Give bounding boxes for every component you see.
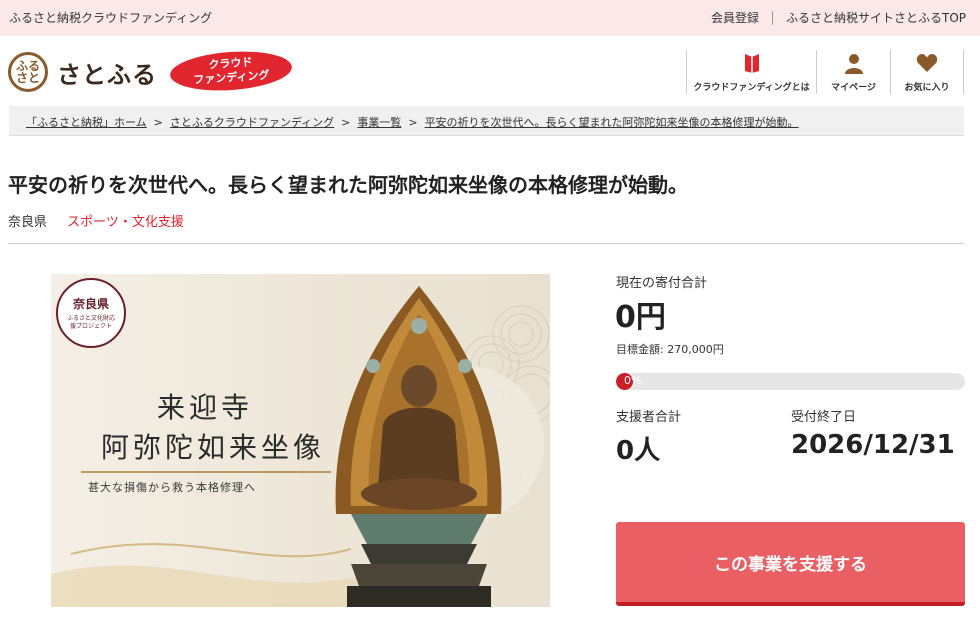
- breadcrumb: 「ふるさと納税」ホーム > さとふるクラウドファンディング > 事業一覧 > 平安の祈りを次…: [9, 106, 964, 136]
- prefecture-label: 奈良県: [8, 215, 48, 230]
- breadcrumb-separator: >: [153, 116, 163, 129]
- deadline-value: 2026/12/31: [791, 430, 955, 460]
- title-divider: [8, 243, 964, 244]
- page-title: 平安の祈りを次世代へ。長らく望まれた阿弥陀如来坐像の本格修理が始動。: [8, 173, 688, 197]
- hero-subheading: 甚大な損傷から救う本格修理へ: [88, 481, 256, 494]
- goal-amount: 目標金額: 270,000円: [616, 343, 724, 356]
- top-links-divider: [771, 10, 773, 25]
- breadcrumb-project-list[interactable]: 事業一覧: [357, 116, 401, 129]
- hero-heading-statue: 阿弥陀如来坐像: [101, 431, 326, 464]
- funding-progress-bar: 0%: [616, 373, 965, 390]
- project-hero-image: 奈良県 ふるさと文化財応援プロジェクト 来迎寺 阿弥陀如来坐像 甚大な損傷から救…: [51, 274, 550, 607]
- breadcrumb-home[interactable]: 「ふるさと納税」ホーム: [26, 116, 147, 129]
- total-donation-label: 現在の寄付合計: [616, 276, 708, 291]
- crowdfunding-badge[interactable]: クラウド ファンディング: [168, 47, 294, 95]
- nav-favorites-label: お気に入り: [904, 83, 950, 93]
- nav-favorites[interactable]: お気に入り: [890, 50, 964, 94]
- site-header: ふるさと さとふる クラウド ファンディング クラウドファンディングとは マイペ…: [0, 36, 980, 106]
- seal-subtitle: ふるさと文化財応援プロジェクト: [66, 315, 115, 330]
- logo-mark-text: ふるさと: [15, 59, 40, 85]
- supporters-value: 0人: [616, 436, 661, 466]
- header-nav: クラウドファンディングとは マイページ お気に入り: [686, 50, 964, 94]
- deadline-label: 受付終了日: [791, 410, 857, 425]
- book-icon: [743, 50, 761, 76]
- top-links: 会員登録 ふるさと納税サイトさとふるTOP: [711, 9, 966, 26]
- total-donation-value: 0円: [615, 300, 666, 335]
- user-icon: [843, 50, 865, 76]
- supporters-label: 支援者合計: [616, 410, 682, 425]
- satofuru-top-link[interactable]: ふるさと納税サイトさとふるTOP: [786, 9, 966, 26]
- site-description: ふるさと納税クラウドファンディング: [9, 11, 213, 25]
- breadcrumb-current[interactable]: 平安の祈りを次世代へ。長らく望まれた阿弥陀如来坐像の本格修理が始動。: [425, 116, 799, 129]
- furusato-seal: 奈良県 ふるさと文化財応援プロジェクト: [56, 278, 126, 348]
- breadcrumb-separator: >: [408, 116, 418, 129]
- hero-heading-temple: 来迎寺: [157, 391, 254, 424]
- site-logo-text[interactable]: さとふる: [57, 55, 157, 90]
- hero-underline: [81, 471, 331, 473]
- support-project-button[interactable]: この事業を支援する: [616, 522, 965, 606]
- seal-title: 奈良県: [72, 297, 109, 311]
- progress-percent: 0%: [624, 374, 642, 387]
- nav-mypage-label: マイページ: [831, 83, 876, 93]
- nav-about-crowdfunding[interactable]: クラウドファンディングとは: [686, 50, 816, 94]
- heart-icon: [916, 50, 938, 76]
- top-bar: ふるさと納税クラウドファンディング 会員登録 ふるさと納税サイトさとふるTOP: [0, 0, 980, 36]
- register-link[interactable]: 会員登録: [711, 9, 759, 26]
- nav-about-label: クラウドファンディングとは: [693, 83, 810, 93]
- nav-mypage[interactable]: マイページ: [816, 50, 890, 94]
- category-link[interactable]: スポーツ・文化支援: [67, 215, 184, 230]
- satofuru-logo-icon[interactable]: ふるさと: [8, 52, 48, 92]
- project-meta: 奈良県 スポーツ・文化支援: [8, 211, 184, 230]
- breadcrumb-crowdfunding[interactable]: さとふるクラウドファンディング: [170, 116, 334, 129]
- breadcrumb-separator: >: [341, 116, 351, 129]
